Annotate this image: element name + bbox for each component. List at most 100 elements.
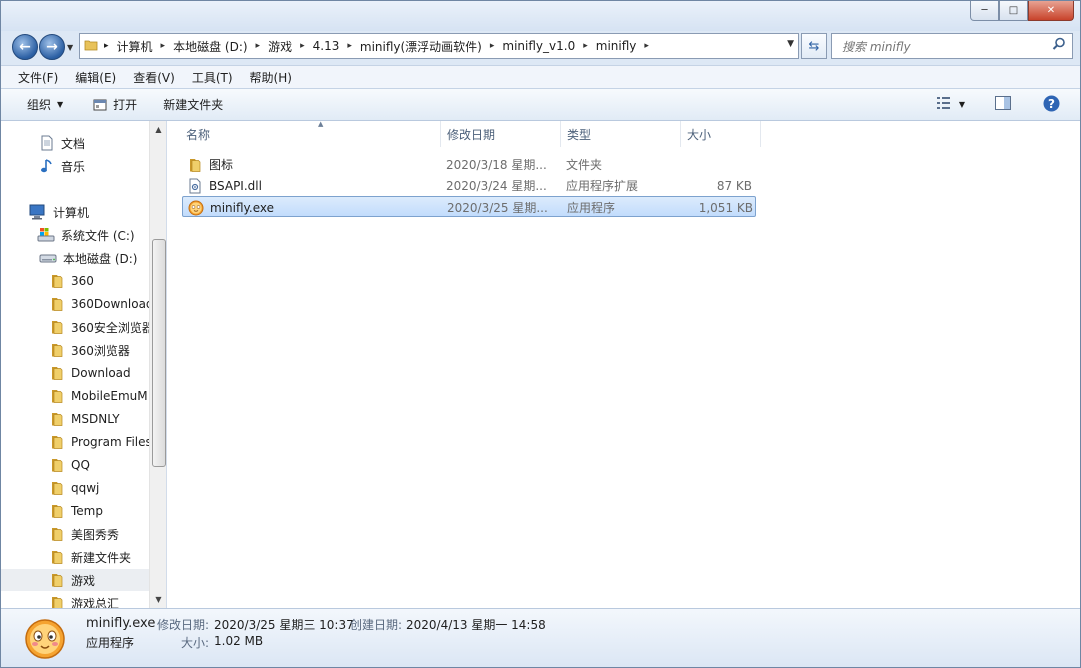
- nav-item-label: Download: [71, 366, 131, 380]
- file-name-text: BSAPI.dll: [209, 178, 262, 193]
- file-type: 应用程序扩展: [566, 179, 639, 193]
- drive-icon: [39, 250, 57, 266]
- nav-item-label: 文档: [61, 136, 86, 151]
- nav-item[interactable]: 音乐: [1, 155, 149, 177]
- maximize-button[interactable]: □: [999, 1, 1028, 21]
- search-icon[interactable]: [1052, 37, 1066, 54]
- nav-item[interactable]: 游戏: [1, 569, 149, 591]
- nav-item-label: 音乐: [61, 159, 86, 174]
- recent-pages-dropdown[interactable]: ▼: [67, 43, 73, 52]
- back-button[interactable]: ←: [12, 34, 38, 60]
- nav-item[interactable]: 计算机: [1, 201, 149, 223]
- breadcrumb-item[interactable]: 4.13: [313, 39, 340, 53]
- nav-item-label: Temp: [71, 504, 103, 518]
- file-type: 应用程序: [567, 201, 616, 215]
- details-filename: minifly.exe: [86, 616, 156, 631]
- folder-icon: [84, 38, 98, 55]
- nav-item[interactable]: 新建文件夹: [1, 546, 149, 568]
- breadcrumb-item[interactable]: 本地磁盘 (D:): [173, 38, 247, 55]
- breadcrumb-item[interactable]: minifly_v1.0: [502, 39, 575, 53]
- navigation-row: ← → ▼ ▸ 计算机 ▸ 本地磁盘 (D:) ▸ 游戏 ▸ 4.13 ▸ minifly(漂浮…: [1, 31, 1080, 65]
- nav-item[interactable]: Temp: [1, 500, 149, 522]
- nav-item[interactable]: 系统文件 (C:): [1, 224, 149, 246]
- organize-button[interactable]: 组织 ▼: [21, 93, 69, 116]
- folder-icon: [49, 595, 65, 608]
- details-size-value: 1.02 MB: [214, 634, 264, 648]
- help-icon: ?: [1043, 95, 1060, 115]
- nav-item[interactable]: qqwj: [1, 477, 149, 499]
- menu-bar: 文件(F) 编辑(E) 查看(V) 工具(T) 帮助(H): [1, 65, 1080, 89]
- chevron-right-icon[interactable]: ▸: [583, 41, 588, 51]
- file-row[interactable]: BSAPI.dll 2020/3/24 星期... 应用程序扩展 87 KB: [182, 175, 756, 196]
- nav-item[interactable]: MSDNLY: [1, 408, 149, 430]
- column-header-date[interactable]: 修改日期: [441, 121, 561, 147]
- chevron-right-icon[interactable]: ▸: [490, 41, 495, 51]
- folder-icon: [49, 296, 65, 312]
- nav-item[interactable]: 360安全浏览器: [1, 316, 149, 338]
- open-label: 打开: [113, 98, 138, 112]
- nav-item-label: 360浏览器: [71, 343, 130, 358]
- search-input[interactable]: [840, 36, 1049, 58]
- column-header-size[interactable]: 大小: [681, 121, 761, 147]
- details-created-value: 2020/4/13 星期一 14:58: [406, 618, 546, 632]
- refresh-button[interactable]: ⇆: [801, 33, 827, 59]
- close-button[interactable]: ✕: [1028, 1, 1074, 21]
- preview-pane-button[interactable]: [989, 93, 1017, 116]
- nav-item[interactable]: QQ: [1, 454, 149, 476]
- nav-item[interactable]: 360: [1, 270, 149, 292]
- chevron-right-icon[interactable]: ▸: [300, 41, 305, 51]
- breadcrumb-item[interactable]: 游戏: [268, 38, 292, 55]
- nav-item[interactable]: 360浏览器: [1, 339, 149, 361]
- minifly-app-icon: [188, 200, 204, 216]
- breadcrumb-item[interactable]: 计算机: [117, 38, 153, 55]
- file-size: [682, 154, 752, 175]
- nav-item-label: 360: [71, 274, 94, 288]
- open-icon: [93, 98, 107, 112]
- chevron-right-icon[interactable]: ▸: [104, 41, 109, 51]
- file-row[interactable]: 图标 2020/3/18 星期... 文件夹: [182, 154, 756, 175]
- column-header-name[interactable]: 名称 ▲: [180, 120, 441, 147]
- scroll-down-arrow-icon[interactable]: ▼: [150, 591, 166, 608]
- chevron-down-icon[interactable]: ▼: [787, 39, 794, 49]
- forward-button[interactable]: →: [39, 34, 65, 60]
- menu-item[interactable]: 帮助(H): [233, 69, 302, 86]
- folder-icon: [49, 526, 65, 542]
- computer-icon: [29, 204, 47, 220]
- nav-item[interactable]: MobileEmuM: [1, 385, 149, 407]
- nav-item[interactable]: Download: [1, 362, 149, 384]
- nav-item-label: QQ: [71, 458, 90, 472]
- chevron-right-icon[interactable]: ▸: [256, 41, 261, 51]
- nav-item[interactable]: 游戏总汇: [1, 592, 149, 608]
- nav-scrollbar[interactable]: ▲ ▼: [149, 121, 166, 608]
- nav-item[interactable]: 360Download: [1, 293, 149, 315]
- new-folder-button[interactable]: 新建文件夹: [157, 93, 229, 116]
- view-list-icon: [936, 97, 953, 112]
- file-date: 2020/3/25 星期...: [447, 201, 548, 215]
- help-button[interactable]: ?: [1037, 92, 1066, 118]
- chevron-right-icon[interactable]: ▸: [347, 41, 352, 51]
- open-button[interactable]: 打开: [87, 93, 143, 116]
- file-row[interactable]: minifly.exe 2020/3/25 星期... 应用程序 1,051 KB: [182, 196, 756, 217]
- scroll-up-arrow-icon[interactable]: ▲: [150, 121, 166, 138]
- chevron-right-icon[interactable]: ▸: [644, 41, 649, 51]
- nav-item[interactable]: 美图秀秀: [1, 523, 149, 545]
- nav-item-label: Program Files: [71, 435, 149, 449]
- search-box[interactable]: [831, 33, 1073, 59]
- breadcrumb-item[interactable]: minifly: [596, 39, 637, 53]
- folder-icon: [49, 411, 65, 427]
- nav-item[interactable]: Program Files: [1, 431, 149, 453]
- nav-item-label: 新建文件夹: [71, 550, 132, 565]
- nav-item[interactable]: 文档: [1, 132, 149, 154]
- dll-file-icon: [187, 178, 203, 194]
- nav-item[interactable]: 本地磁盘 (D:): [1, 247, 149, 269]
- column-header-type[interactable]: 类型: [561, 121, 681, 147]
- view-options-button[interactable]: ▼: [931, 94, 971, 115]
- details-created-label: 创建日期:: [350, 618, 403, 632]
- scroll-thumb[interactable]: [152, 239, 166, 467]
- address-bar[interactable]: ▸ 计算机 ▸ 本地磁盘 (D:) ▸ 游戏 ▸ 4.13 ▸ minifly(漂浮动画软件) ▸…: [79, 33, 799, 59]
- chevron-right-icon[interactable]: ▸: [161, 41, 166, 51]
- nav-item-label: 本地磁盘 (D:): [63, 251, 138, 266]
- breadcrumb-item[interactable]: minifly(漂浮动画软件): [360, 38, 482, 55]
- minimize-button[interactable]: ─: [970, 1, 999, 21]
- navigation-pane: 文档 音乐 计算机 系统文件 (C:) 本地磁盘 (D:) 360 360Download 3…: [1, 121, 167, 608]
